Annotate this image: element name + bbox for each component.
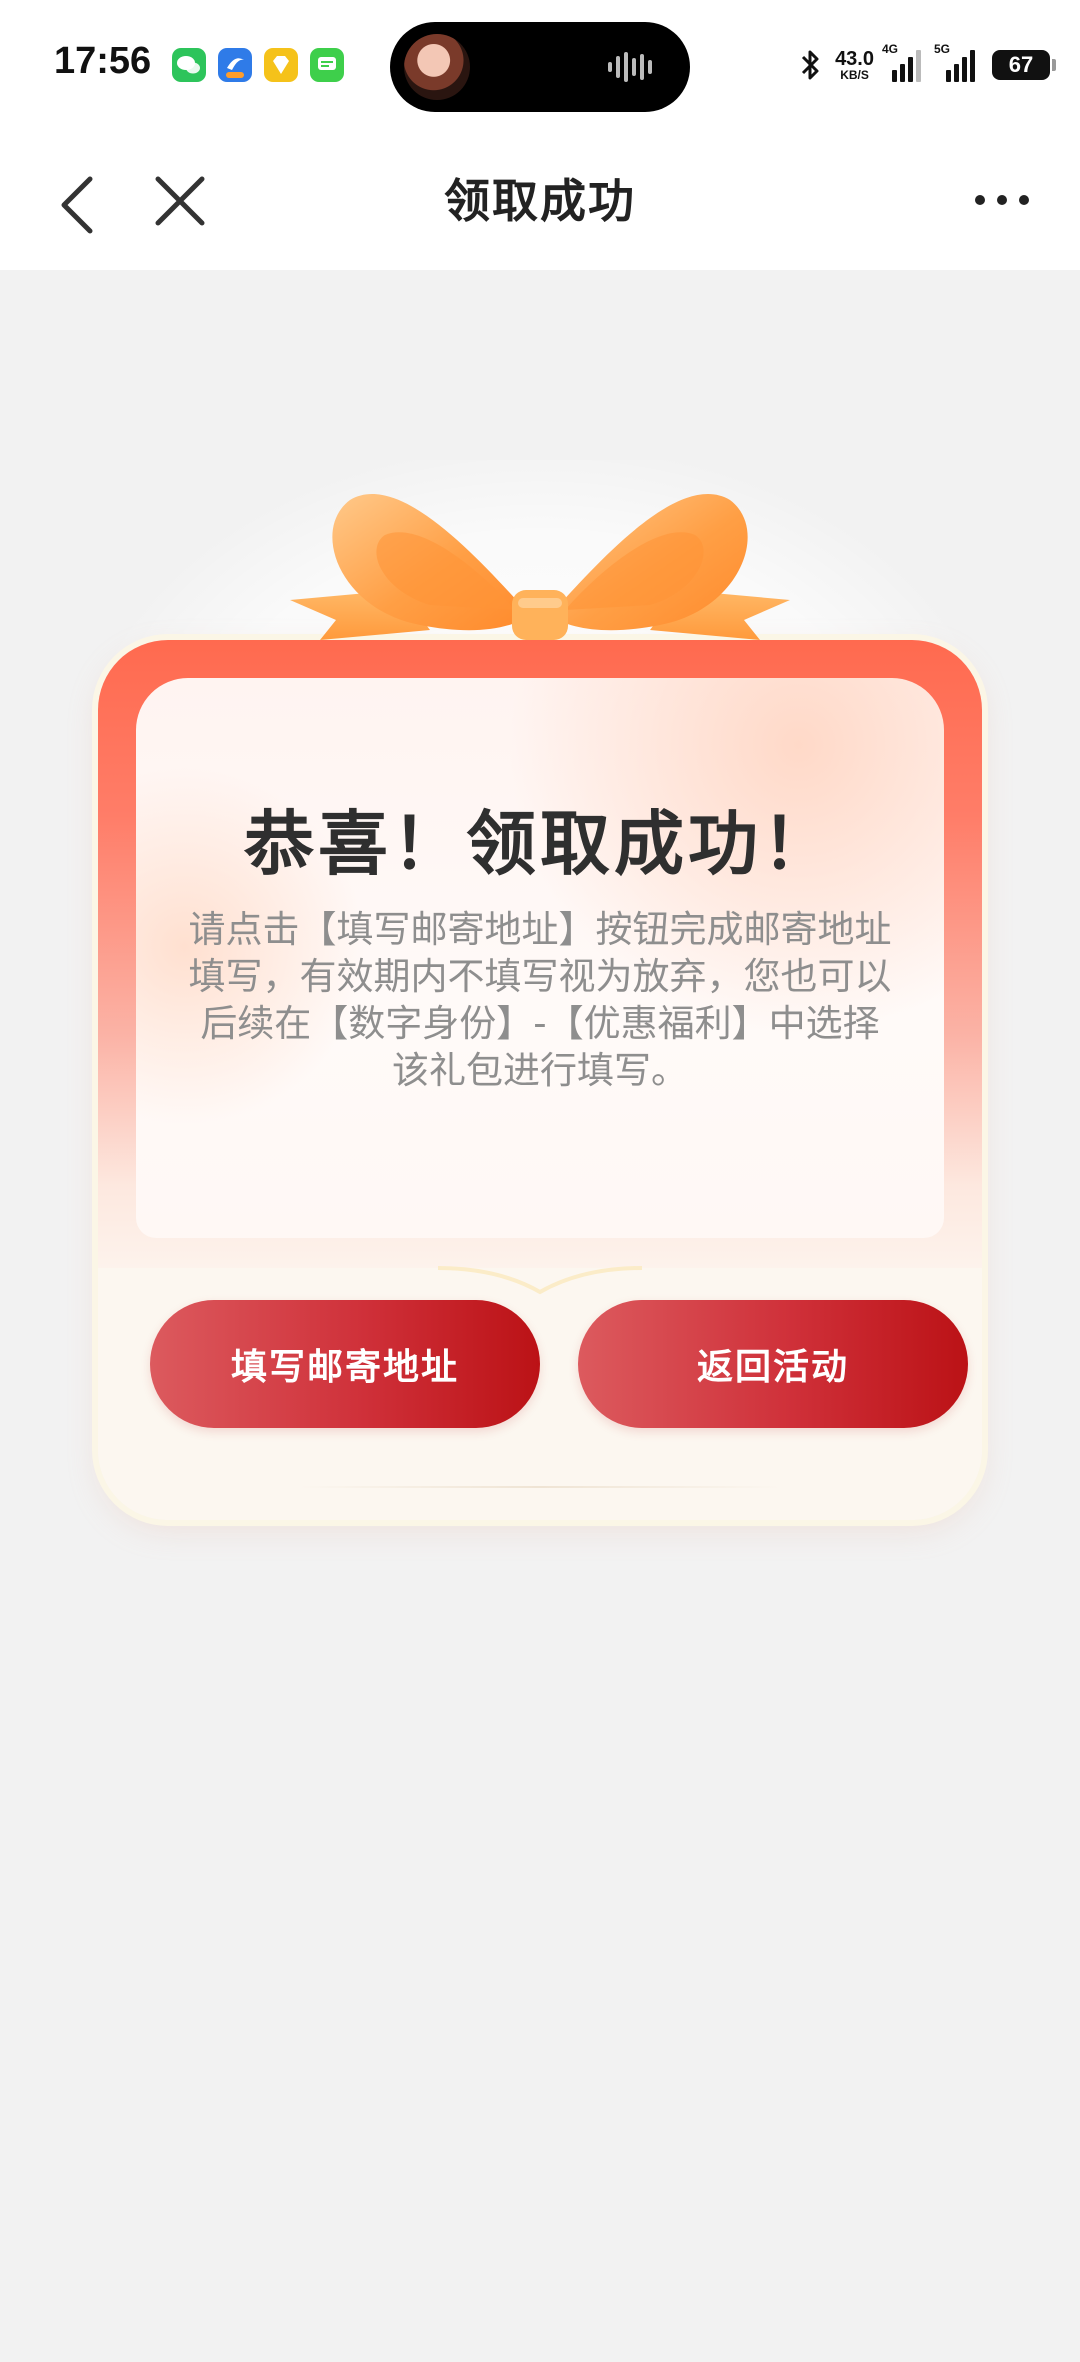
- fill-address-button-label: 填写邮寄地址: [230, 1347, 459, 1388]
- gift-card-container: 恭喜！领取成功！ 请点击【填写邮寄地址】按钮完成邮寄地址填写，有效期内不填写视为…: [90, 440, 990, 1540]
- network-speed: 43.0 KB/S: [835, 49, 874, 81]
- now-playing-avatar: [404, 34, 470, 100]
- status-bar: 17:56 43.0 KB/S 4G 5G 67: [0, 0, 1080, 135]
- network-speed-value: 43.0: [835, 48, 874, 70]
- browser-app-icon: [218, 48, 252, 82]
- audio-wave-icon: [608, 52, 652, 82]
- nav-bar: 领取成功: [0, 135, 1080, 270]
- card-notch-decoration: [438, 1266, 642, 1298]
- more-icon[interactable]: [972, 185, 1032, 215]
- battery-level: 67: [1008, 52, 1034, 77]
- battery-icon: 67: [992, 50, 1056, 80]
- return-to-activity-button[interactable]: 返回活动: [578, 1300, 968, 1428]
- fill-address-button[interactable]: 填写邮寄地址: [150, 1300, 540, 1428]
- status-right: 43.0 KB/S 4G 5G 67: [797, 42, 1056, 86]
- wechat-icon: [172, 48, 206, 82]
- dynamic-island[interactable]: [390, 22, 690, 112]
- signal-5g-icon: 5G: [934, 42, 980, 82]
- return-to-activity-button-label: 返回活动: [696, 1347, 849, 1388]
- diamond-app-icon: [264, 48, 298, 82]
- status-time: 17:56: [54, 40, 152, 82]
- page-title: 领取成功: [444, 174, 636, 228]
- bottom-divider: [298, 1486, 782, 1488]
- instructions-text: 请点击【填写邮寄地址】按钮完成邮寄地址填写，有效期内不填写视为放弃，您也可以后续…: [188, 908, 892, 1092]
- signal-4g-label: 4G: [882, 42, 899, 56]
- gift-card: 恭喜！领取成功！ 请点击【填写邮寄地址】按钮完成邮寄地址填写，有效期内不填写视为…: [98, 640, 982, 1520]
- bluetooth-icon: [802, 50, 819, 80]
- network-speed-unit: KB/S: [840, 68, 869, 82]
- signal-5g-label: 5G: [934, 42, 951, 56]
- signal-4g-icon: 4G: [882, 42, 926, 82]
- success-heading: 恭喜！领取成功！: [244, 803, 836, 885]
- messages-icon: [310, 48, 344, 82]
- gift-bow-icon: [290, 494, 790, 640]
